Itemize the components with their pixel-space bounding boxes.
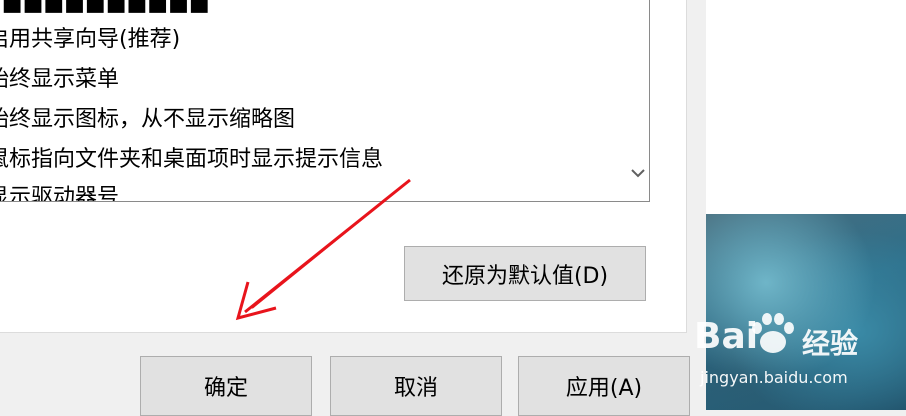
- list-item-show-drive-letters[interactable]: 显示驱动器号: [0, 179, 119, 201]
- apply-button[interactable]: 应用(A): [518, 356, 690, 416]
- restore-defaults-button[interactable]: 还原为默认值(D): [404, 246, 646, 301]
- list-item-show-pop-up-description[interactable]: 鼠标指向文件夹和桌面项时显示提示信息: [0, 141, 383, 179]
- view-tab-panel: ■■■■■■■■■■■ 启用共享向导(推荐) 始终显示菜单 始终显示图标，从不显…: [0, 0, 687, 333]
- paw-icon: [752, 313, 794, 353]
- watermark-suffix: 经验: [802, 327, 859, 360]
- advanced-settings-list[interactable]: ■■■■■■■■■■■ 启用共享向导(推荐) 始终显示菜单 始终显示图标，从不显…: [0, 0, 650, 202]
- folder-options-dialog: ■■■■■■■■■■■ 启用共享向导(推荐) 始终显示菜单 始终显示图标，从不显…: [0, 0, 706, 416]
- chevron-down-icon[interactable]: [630, 165, 646, 181]
- cancel-button[interactable]: 取消: [330, 356, 502, 416]
- list-item-always-show-icons[interactable]: 始终显示图标，从不显示缩略图: [0, 101, 295, 139]
- list-scrollbar[interactable]: [627, 0, 649, 201]
- baidu-jingyan-watermark: Bai 经验 jingyan.baidu.com: [694, 312, 906, 392]
- list-item-partial-top[interactable]: ■■■■■■■■■■■: [0, 0, 210, 23]
- watermark-url: jingyan.baidu.com: [700, 368, 848, 387]
- ok-button[interactable]: 确定: [140, 356, 312, 416]
- list-item-sharing-wizard[interactable]: 启用共享向导(推荐): [0, 21, 180, 59]
- list-item-always-show-menus[interactable]: 始终显示菜单: [0, 61, 119, 99]
